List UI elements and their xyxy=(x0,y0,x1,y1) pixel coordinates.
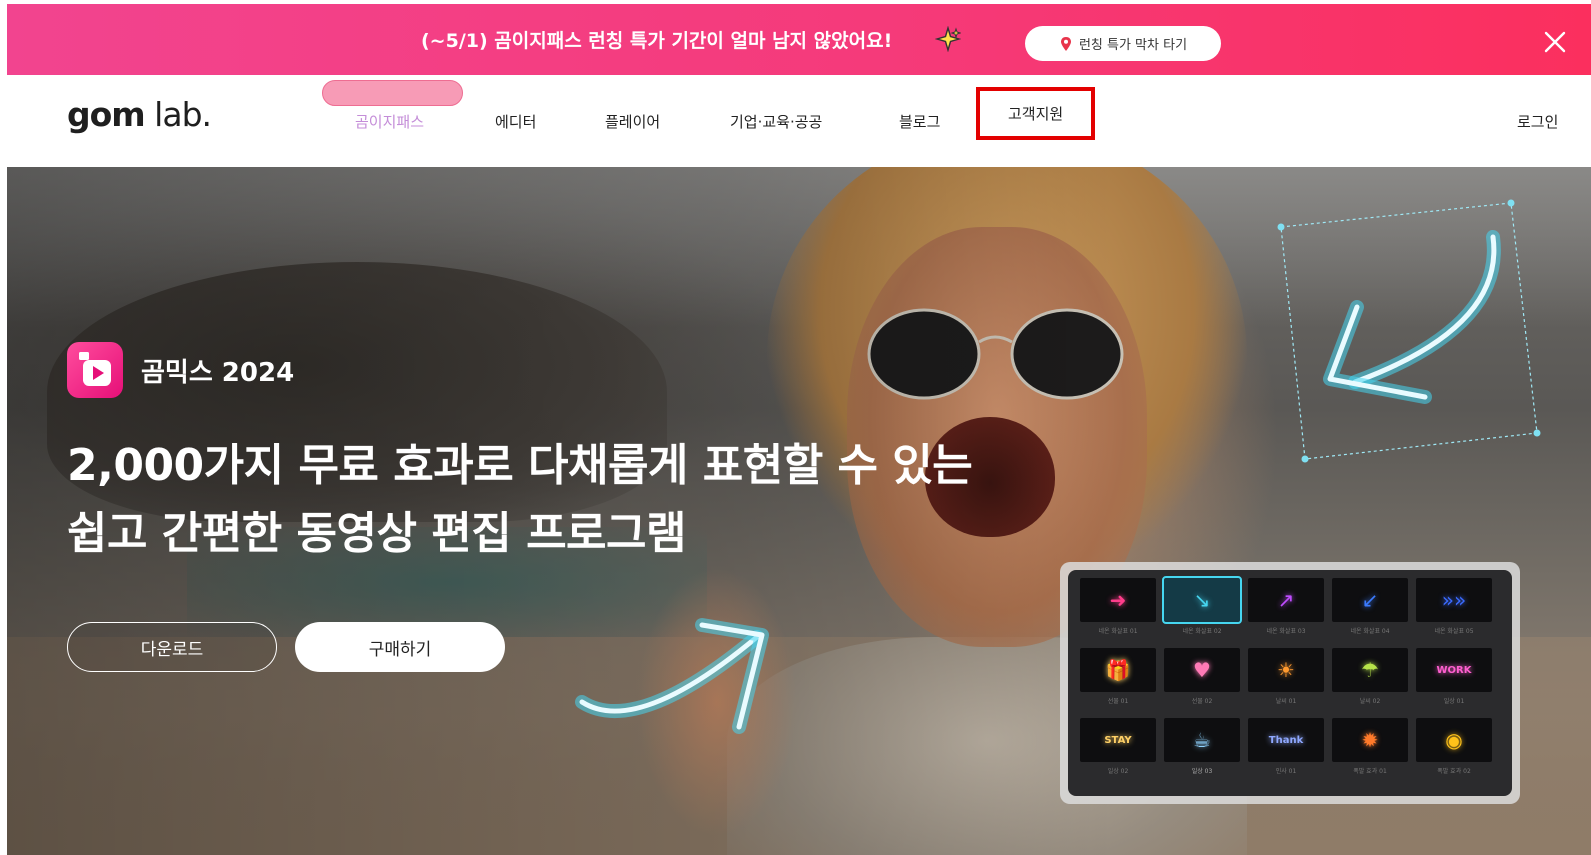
rainy-day-icon: ☂ xyxy=(1332,648,1408,692)
stay-at-home-icon: STAY xyxy=(1080,718,1156,762)
promo-cta-button[interactable]: 런칭 특가 막차 타기 xyxy=(1025,26,1221,61)
nav-item-business[interactable]: 기업·교육·공공 xyxy=(730,111,822,132)
gommix-app-icon xyxy=(67,342,123,398)
gomlab-logo[interactable]: gom lab. xyxy=(67,95,212,134)
logo-bold-text: gom xyxy=(67,95,146,134)
sparkle-icon xyxy=(935,26,961,52)
blue-curved-arrow-icon: ↘ xyxy=(1162,576,1242,624)
hero-headline: 2,000가지 무료 효과로 다채롭게 표현할 수 있는 쉽고 간편한 동영상 … xyxy=(67,432,973,568)
thank-you-icon: Thank xyxy=(1248,718,1324,762)
effect-label: 네온 화살표 03 xyxy=(1266,628,1306,635)
effect-label: 네온 화살표 04 xyxy=(1350,628,1390,635)
effect-item[interactable]: ↘ 네온 화살표 02 xyxy=(1162,576,1242,644)
blue-chevrons-icon: »» xyxy=(1416,578,1492,622)
purple-zigzag-arrow-icon: ↗ xyxy=(1248,578,1324,622)
effect-item[interactable]: WORK 일상 01 xyxy=(1416,648,1492,714)
app-name: 곰믹스 2024 xyxy=(141,357,295,388)
app-badge: 곰믹스 2024 xyxy=(67,342,294,398)
gift-box-icon: 🎁 xyxy=(1080,648,1156,692)
effect-item[interactable]: ✹ 폭발 효과 01 xyxy=(1332,718,1408,784)
effect-label: 일상 02 xyxy=(1107,768,1129,775)
effect-item[interactable]: ◉ 폭발 효과 02 xyxy=(1416,718,1492,784)
effect-label: 선물 01 xyxy=(1107,698,1129,705)
coffee-icon: ☕ xyxy=(1164,718,1240,762)
effect-label: 일상 01 xyxy=(1443,698,1465,705)
buy-button[interactable]: 구매하기 xyxy=(295,622,505,672)
heart-gift-icon: ♥ xyxy=(1164,648,1240,692)
effect-item[interactable]: ➜ 네온 화살표 01 xyxy=(1080,578,1156,644)
gold-ring-icon: ◉ xyxy=(1416,718,1492,762)
logo-light-text: lab. xyxy=(144,95,212,134)
effect-label: 날씨 02 xyxy=(1359,698,1381,705)
blue-diagonal-arrow-icon: ↙ xyxy=(1332,578,1408,622)
neon-arrow-small-icon xyxy=(575,618,769,734)
download-button[interactable]: 다운로드 xyxy=(67,622,277,672)
effect-label: 인사 01 xyxy=(1275,768,1297,775)
effect-label: 네온 화살표 05 xyxy=(1434,628,1474,635)
effect-item[interactable]: ↗ 네온 화살표 03 xyxy=(1248,578,1324,644)
sunshine-icon: ☀ xyxy=(1248,648,1324,692)
hero-banner: 곰믹스 2024 2,000가지 무료 효과로 다채롭게 표현할 수 있는 쉽고… xyxy=(7,167,1591,855)
effect-label: 폭발 효과 02 xyxy=(1437,768,1471,775)
nav-item-gomeasypass[interactable]: 곰이지패스 xyxy=(355,111,424,132)
effect-item[interactable]: ♥ 선물 02 xyxy=(1164,648,1240,714)
close-icon[interactable] xyxy=(1541,28,1569,56)
effect-item[interactable]: ☀ 날씨 01 xyxy=(1248,648,1324,714)
effect-item[interactable]: ☂ 날씨 02 xyxy=(1332,648,1408,714)
work-work-work-icon: WORK xyxy=(1416,648,1492,692)
headline-line-2: 쉽고 간편한 동영상 편집 프로그램 xyxy=(67,508,687,559)
top-navigation: gom lab. 곰이지패스 에디터 플레이어 기업·교육·공공 블로그 고객지… xyxy=(7,75,1591,167)
effect-item[interactable]: ☕ 일상 03 xyxy=(1164,718,1240,784)
neon-arrow-icon xyxy=(1277,199,1541,463)
effects-grid: ➜ 네온 화살표 01 ↘ 네온 화살표 02 ↗ 네온 화살표 03 ↙ 네온 화살표 04… xyxy=(1068,570,1512,796)
headline-line-1: 2,000가지 무료 효과로 다채롭게 표현할 수 있는 xyxy=(67,440,973,491)
nav-item-support[interactable]: 고객지원 xyxy=(975,87,1096,140)
login-link[interactable]: 로그인 xyxy=(1517,111,1558,132)
nav-item-player[interactable]: 플레이어 xyxy=(605,111,660,132)
effect-label: 날씨 01 xyxy=(1275,698,1297,705)
promo-cta-label: 런칭 특가 막차 타기 xyxy=(1078,38,1188,53)
effect-label: 선물 02 xyxy=(1191,698,1213,705)
promo-text: (~5/1) 곰이지패스 런칭 특가 기간이 얼마 남지 않았어요! xyxy=(421,30,893,52)
effect-item[interactable]: 🎁 선물 01 xyxy=(1080,648,1156,714)
effect-label: 일상 03 xyxy=(1191,768,1213,775)
effects-panel: ➜ 네온 화살표 01 ↘ 네온 화살표 02 ↗ 네온 화살표 03 ↙ 네온 화살표 04… xyxy=(1060,562,1520,804)
effect-label: 네온 화살표 02 xyxy=(1182,628,1222,635)
effect-item[interactable]: »» 네온 화살표 05 xyxy=(1416,578,1492,644)
effect-item[interactable]: STAY 일상 02 xyxy=(1080,718,1156,784)
map-pin-icon xyxy=(1060,36,1071,51)
effect-item[interactable]: Thank 인사 01 xyxy=(1248,718,1324,784)
promo-banner: (~5/1) 곰이지패스 런칭 특가 기간이 얼마 남지 않았어요! 런칭 특가… xyxy=(7,4,1591,75)
nav-highlight-pill xyxy=(322,80,463,106)
nav-item-editor[interactable]: 에디터 xyxy=(495,111,536,132)
pink-arrow-right-icon: ➜ xyxy=(1080,578,1156,622)
effect-item[interactable]: ↙ 네온 화살표 04 xyxy=(1332,578,1408,644)
effect-label: 폭발 효과 01 xyxy=(1353,768,1387,775)
nav-item-blog[interactable]: 블로그 xyxy=(899,111,940,132)
effect-label: 네온 화살표 01 xyxy=(1098,628,1138,635)
fire-sparks-icon: ✹ xyxy=(1332,718,1408,762)
